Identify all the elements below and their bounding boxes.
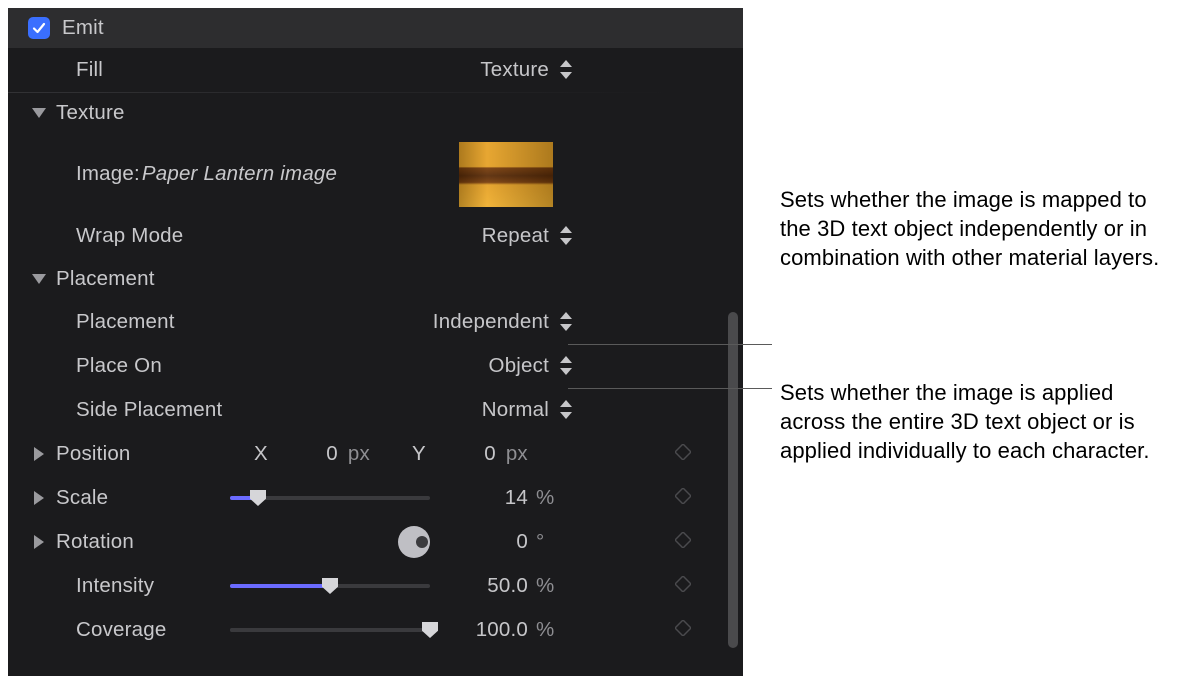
place-on-select[interactable]: Object — [489, 354, 573, 378]
texture-thumbnail — [459, 142, 553, 207]
annotation-placement: Sets whether the image is mapped to the … — [780, 185, 1172, 272]
image-name: Paper Lantern image — [142, 162, 337, 186]
position-x-unit: px — [348, 442, 370, 466]
fill-value: Texture — [480, 58, 549, 82]
intensity-row: Intensity 50.0 % — [8, 564, 743, 608]
placement-group-label: Placement — [56, 267, 155, 291]
updown-icon — [559, 311, 573, 333]
fill-select[interactable]: Texture — [480, 58, 573, 82]
texture-disclosure-row[interactable]: Texture — [8, 92, 743, 134]
emit-checkbox[interactable] — [28, 17, 50, 39]
image-label-prefix: Image: — [76, 162, 140, 186]
place-on-value: Object — [489, 354, 549, 378]
keyframe-diamond-icon[interactable] — [675, 442, 691, 466]
position-y-unit: px — [506, 442, 528, 466]
chevron-right-icon[interactable] — [30, 535, 48, 549]
side-placement-select[interactable]: Normal — [482, 398, 573, 422]
scale-row: Scale 14 % — [8, 476, 743, 520]
section-header-label: Emit — [62, 16, 104, 40]
placement-select[interactable]: Independent — [433, 310, 573, 334]
wrap-mode-row: Wrap Mode Repeat — [8, 214, 743, 258]
coverage-row: Coverage 100.0 % — [8, 608, 743, 652]
scale-value[interactable]: 14 — [505, 486, 528, 510]
chevron-right-icon[interactable] — [30, 491, 48, 505]
place-on-row: Place On Object — [8, 344, 743, 388]
side-placement-value: Normal — [482, 398, 549, 422]
coverage-unit: % — [536, 618, 564, 642]
image-well[interactable] — [459, 142, 553, 207]
intensity-unit: % — [536, 574, 564, 598]
rotation-label: Rotation — [56, 530, 134, 554]
keyframe-diamond-icon[interactable] — [675, 486, 691, 510]
section-header-emit[interactable]: Emit — [8, 8, 743, 48]
slider-thumb[interactable] — [322, 578, 338, 594]
rotation-unit: ° — [536, 530, 564, 554]
slider-thumb[interactable] — [422, 622, 438, 638]
placement-disclosure-row[interactable]: Placement — [8, 258, 743, 300]
intensity-value[interactable]: 50.0 — [487, 574, 528, 598]
updown-icon — [559, 225, 573, 247]
position-row: Position X 0 px Y 0 px — [8, 432, 743, 476]
chevron-right-icon[interactable] — [30, 447, 48, 461]
chevron-down-icon[interactable] — [30, 274, 48, 284]
keyframe-diamond-icon[interactable] — [675, 618, 691, 642]
placement-value: Independent — [433, 310, 549, 334]
texture-label: Texture — [56, 101, 125, 125]
fill-row: Fill Texture — [8, 48, 743, 92]
fill-label: Fill — [76, 58, 103, 82]
coverage-label: Coverage — [76, 618, 167, 642]
side-placement-label: Side Placement — [76, 398, 222, 422]
scale-unit: % — [536, 486, 564, 510]
scrollbar-thumb[interactable] — [728, 312, 738, 648]
rotation-dial[interactable] — [398, 526, 430, 558]
position-label: Position — [56, 442, 131, 466]
intensity-slider[interactable] — [230, 584, 430, 588]
side-placement-row: Side Placement Normal — [8, 388, 743, 432]
placement-label: Placement — [76, 310, 175, 334]
annotation-place-on: Sets whether the image is applied across… — [780, 378, 1172, 465]
intensity-label: Intensity — [76, 574, 154, 598]
coverage-slider[interactable] — [230, 628, 430, 632]
scale-slider[interactable] — [230, 496, 430, 500]
rotation-row: Rotation 0 ° — [8, 520, 743, 564]
placement-row: Placement Independent — [8, 300, 743, 344]
scale-label: Scale — [56, 486, 108, 510]
keyframe-diamond-icon[interactable] — [675, 574, 691, 598]
updown-icon — [559, 59, 573, 81]
wrap-mode-select[interactable]: Repeat — [482, 224, 573, 248]
updown-icon — [559, 355, 573, 377]
inspector-panel: Emit Fill Texture Texture Image: Paper L… — [8, 8, 743, 676]
rotation-value[interactable]: 0 — [516, 530, 528, 554]
callout-line — [568, 344, 772, 345]
position-x-label: X — [254, 442, 268, 466]
position-y-value[interactable]: 0 — [440, 442, 496, 466]
chevron-down-icon[interactable] — [30, 108, 48, 118]
callout-line — [568, 388, 772, 389]
place-on-label: Place On — [76, 354, 162, 378]
image-row: Image: Paper Lantern image — [8, 134, 743, 214]
position-x-value[interactable]: 0 — [282, 442, 338, 466]
keyframe-diamond-icon[interactable] — [675, 530, 691, 554]
wrap-mode-value: Repeat — [482, 224, 549, 248]
position-y-label: Y — [412, 442, 426, 466]
updown-icon — [559, 399, 573, 421]
slider-thumb[interactable] — [250, 490, 266, 506]
wrap-mode-label: Wrap Mode — [76, 224, 183, 248]
coverage-value[interactable]: 100.0 — [476, 618, 528, 642]
